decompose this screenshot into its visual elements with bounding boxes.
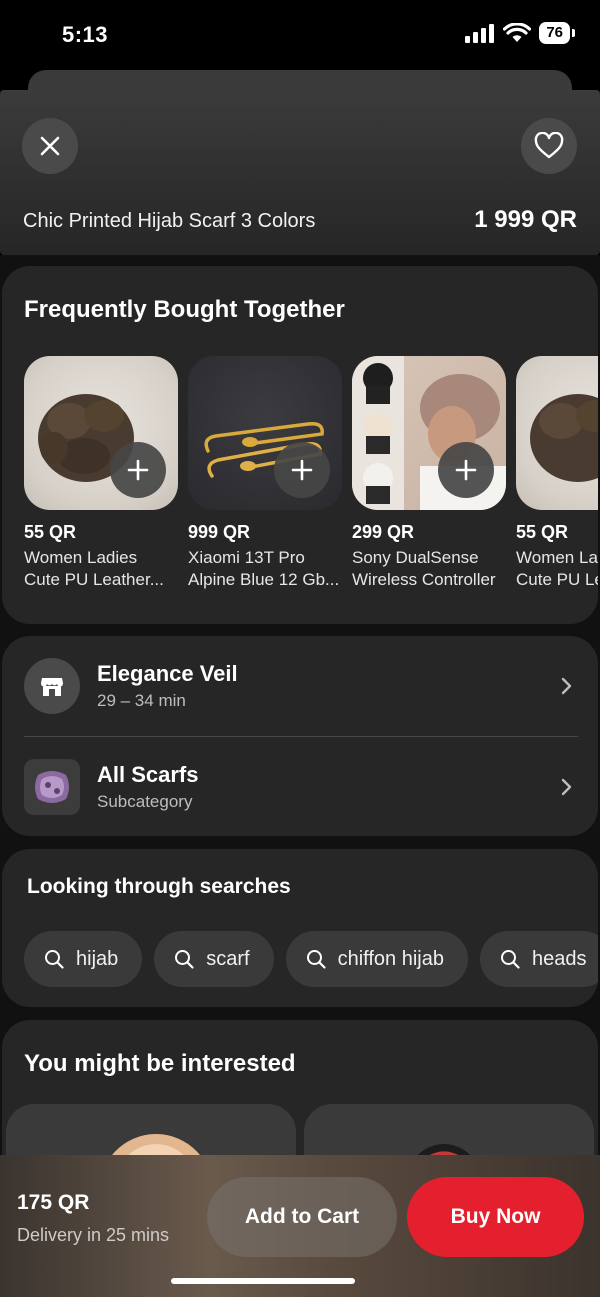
add-item-button[interactable]	[110, 442, 166, 498]
category-name: All Scarfs	[97, 762, 199, 787]
search-icon	[306, 950, 326, 969]
heart-icon	[534, 132, 564, 159]
add-to-cart-button[interactable]: Add to Cart	[207, 1177, 397, 1257]
status-icons: 76	[465, 22, 575, 44]
store-icon-wrap	[24, 658, 80, 714]
store-delivery-time: 29 – 34 min	[97, 691, 186, 710]
scarf-icon	[35, 771, 69, 803]
close-button[interactable]	[22, 118, 78, 174]
category-label: Subcategory	[97, 792, 193, 811]
chip-label: hijab	[76, 947, 119, 970]
searches-section: Looking through searches hijab scarf chi…	[2, 849, 598, 1007]
status-bar: 5:13 76	[0, 0, 600, 70]
buy-now-button[interactable]: Buy Now	[407, 1177, 584, 1257]
item-name: Cute PU Le	[516, 570, 598, 589]
delivery-estimate: Delivery in 25 mins	[17, 1225, 170, 1245]
product-image	[352, 356, 506, 510]
scrunchie-image	[530, 394, 598, 482]
search-chips: hijab scarf chiffon hijab heads	[24, 931, 598, 987]
fbt-item[interactable]: 299 QR Sony DualSense Wireless Controlle…	[352, 356, 506, 591]
fbt-item[interactable]: 55 QR Women La Cute PU Le	[516, 356, 598, 591]
chevron-right-icon	[561, 778, 572, 796]
battery-indicator: 76	[539, 22, 575, 44]
add-item-button[interactable]	[274, 442, 330, 498]
item-price: 55 QR	[516, 522, 569, 542]
store-name: Elegance Veil	[97, 661, 238, 686]
search-chip[interactable]: heads	[480, 931, 598, 987]
home-indicator	[171, 1278, 355, 1284]
bottom-action-bar: 175 QR Delivery in 25 mins Add to Cart B…	[0, 1155, 600, 1297]
plus-icon	[291, 459, 313, 481]
fbt-item[interactable]: 55 QR Women Ladies Cute PU Leather...	[24, 356, 178, 591]
search-chip[interactable]: chiffon hijab	[285, 931, 468, 987]
item-name: Sony DualSense	[352, 548, 479, 567]
signal-icon	[465, 24, 495, 43]
status-time: 5:13	[62, 22, 109, 47]
store-row[interactable]: Elegance Veil 29 – 34 min	[24, 636, 576, 736]
product-image	[188, 356, 342, 510]
fbt-item[interactable]: 999 QR Xiaomi 13T Pro Alpine Blue 12 Gb.…	[188, 356, 342, 591]
plus-icon	[455, 459, 477, 481]
search-icon	[45, 950, 64, 969]
chip-label: heads	[532, 947, 587, 970]
store-category-section: Elegance Veil 29 – 34 min All Scarfs Sub…	[2, 636, 598, 836]
item-price: 55 QR	[24, 522, 77, 542]
product-header: Chic Printed Hijab Scarf 3 Colors 1 999 …	[0, 90, 600, 255]
item-name: Cute PU Leather...	[24, 570, 164, 589]
item-name: Xiaomi 13T Pro	[188, 548, 305, 567]
search-icon	[501, 950, 520, 969]
product-image	[24, 356, 178, 510]
section-title: You might be interested	[24, 1050, 296, 1077]
chevron-right-icon	[561, 677, 572, 695]
search-chip[interactable]: scarf	[154, 931, 274, 987]
item-name: Wireless Controller	[352, 570, 496, 589]
store-icon	[40, 678, 64, 696]
favorite-button[interactable]	[521, 118, 577, 174]
product-title: Chic Printed Hijab Scarf 3 Colors	[23, 210, 316, 232]
category-thumbnail	[24, 759, 80, 815]
add-item-button[interactable]	[438, 442, 494, 498]
frequently-bought-section: Frequently Bought Together 55 QR Women L…	[2, 266, 598, 624]
search-chip[interactable]: hijab	[24, 931, 143, 987]
item-name: Women La	[516, 548, 598, 567]
item-name: Women Ladies	[24, 548, 138, 567]
section-title: Frequently Bought Together	[24, 296, 345, 323]
plus-icon	[127, 459, 149, 481]
item-name: Alpine Blue 12 Gb...	[188, 570, 340, 589]
search-icon	[175, 950, 194, 969]
item-price: 299 QR	[352, 522, 415, 542]
bottom-price: 175 QR	[17, 1191, 90, 1214]
product-image	[516, 356, 598, 510]
chip-label: scarf	[206, 947, 250, 970]
item-price: 999 QR	[188, 522, 251, 542]
section-title: Looking through searches	[27, 875, 291, 898]
wifi-icon	[503, 23, 532, 42]
product-price: 1 999 QR	[474, 206, 577, 233]
category-row[interactable]: All Scarfs Subcategory	[24, 737, 576, 837]
close-icon	[40, 136, 60, 156]
chip-label: chiffon hijab	[337, 947, 444, 970]
